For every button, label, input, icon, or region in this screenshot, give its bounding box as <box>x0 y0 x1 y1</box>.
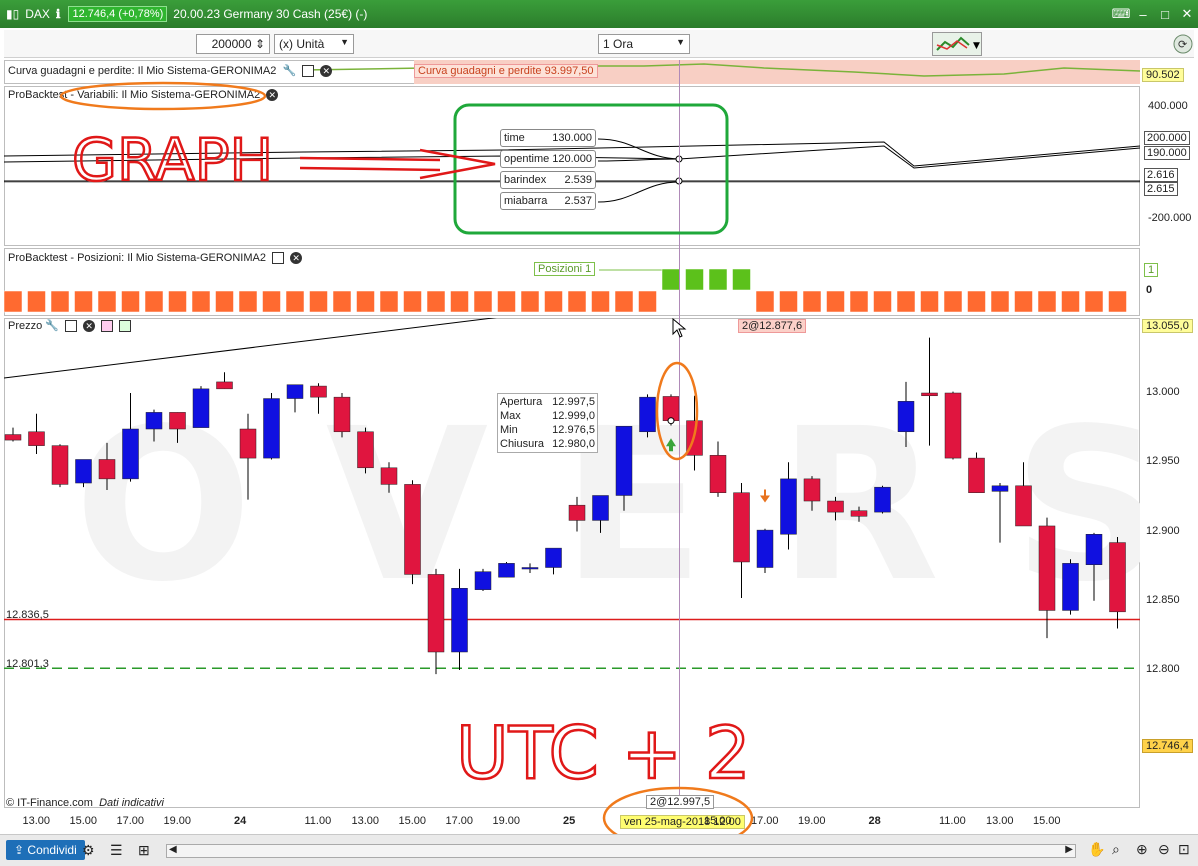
zoom-area-icon[interactable]: ⌕ <box>1112 841 1120 858</box>
orange-ellipse-candle <box>655 361 699 461</box>
scroll-right-icon[interactable]: ▶ <box>1065 844 1073 855</box>
horizontal-scrollbar[interactable]: ◀ ▶ <box>166 844 1076 858</box>
scroll-left-icon[interactable]: ◀ <box>169 844 177 855</box>
utc-annotation: UTC + 2 <box>456 711 751 795</box>
share-icon: ⇪ <box>14 843 25 857</box>
reset-zoom-icon[interactable]: ⊡ <box>1178 841 1190 858</box>
zoom-in-icon[interactable]: ⊕ <box>1136 841 1148 858</box>
indicators-icon[interactable]: ⊞ <box>138 842 150 859</box>
annotations-overlay: GRAPH UTC + 2 <box>59 81 754 850</box>
status-bar: ⇪ Condividi ⚙ ☰ ⊞ ◀ ▶ ✋ ⌕ ⊕ ⊖ ⊡ <box>0 834 1198 866</box>
zoom-out-icon[interactable]: ⊖ <box>1158 841 1170 858</box>
list-icon[interactable]: ☰ <box>110 842 123 859</box>
red-arrow <box>299 148 496 180</box>
hand-icon[interactable]: ✋ <box>1088 841 1105 858</box>
graph-annotation: GRAPH <box>72 126 273 194</box>
orange-ellipse-variables <box>59 81 267 111</box>
share-button[interactable]: ⇪ Condividi <box>6 840 85 860</box>
green-box <box>453 103 729 235</box>
drawing-tools-icon[interactable]: ⚙ <box>82 842 95 859</box>
